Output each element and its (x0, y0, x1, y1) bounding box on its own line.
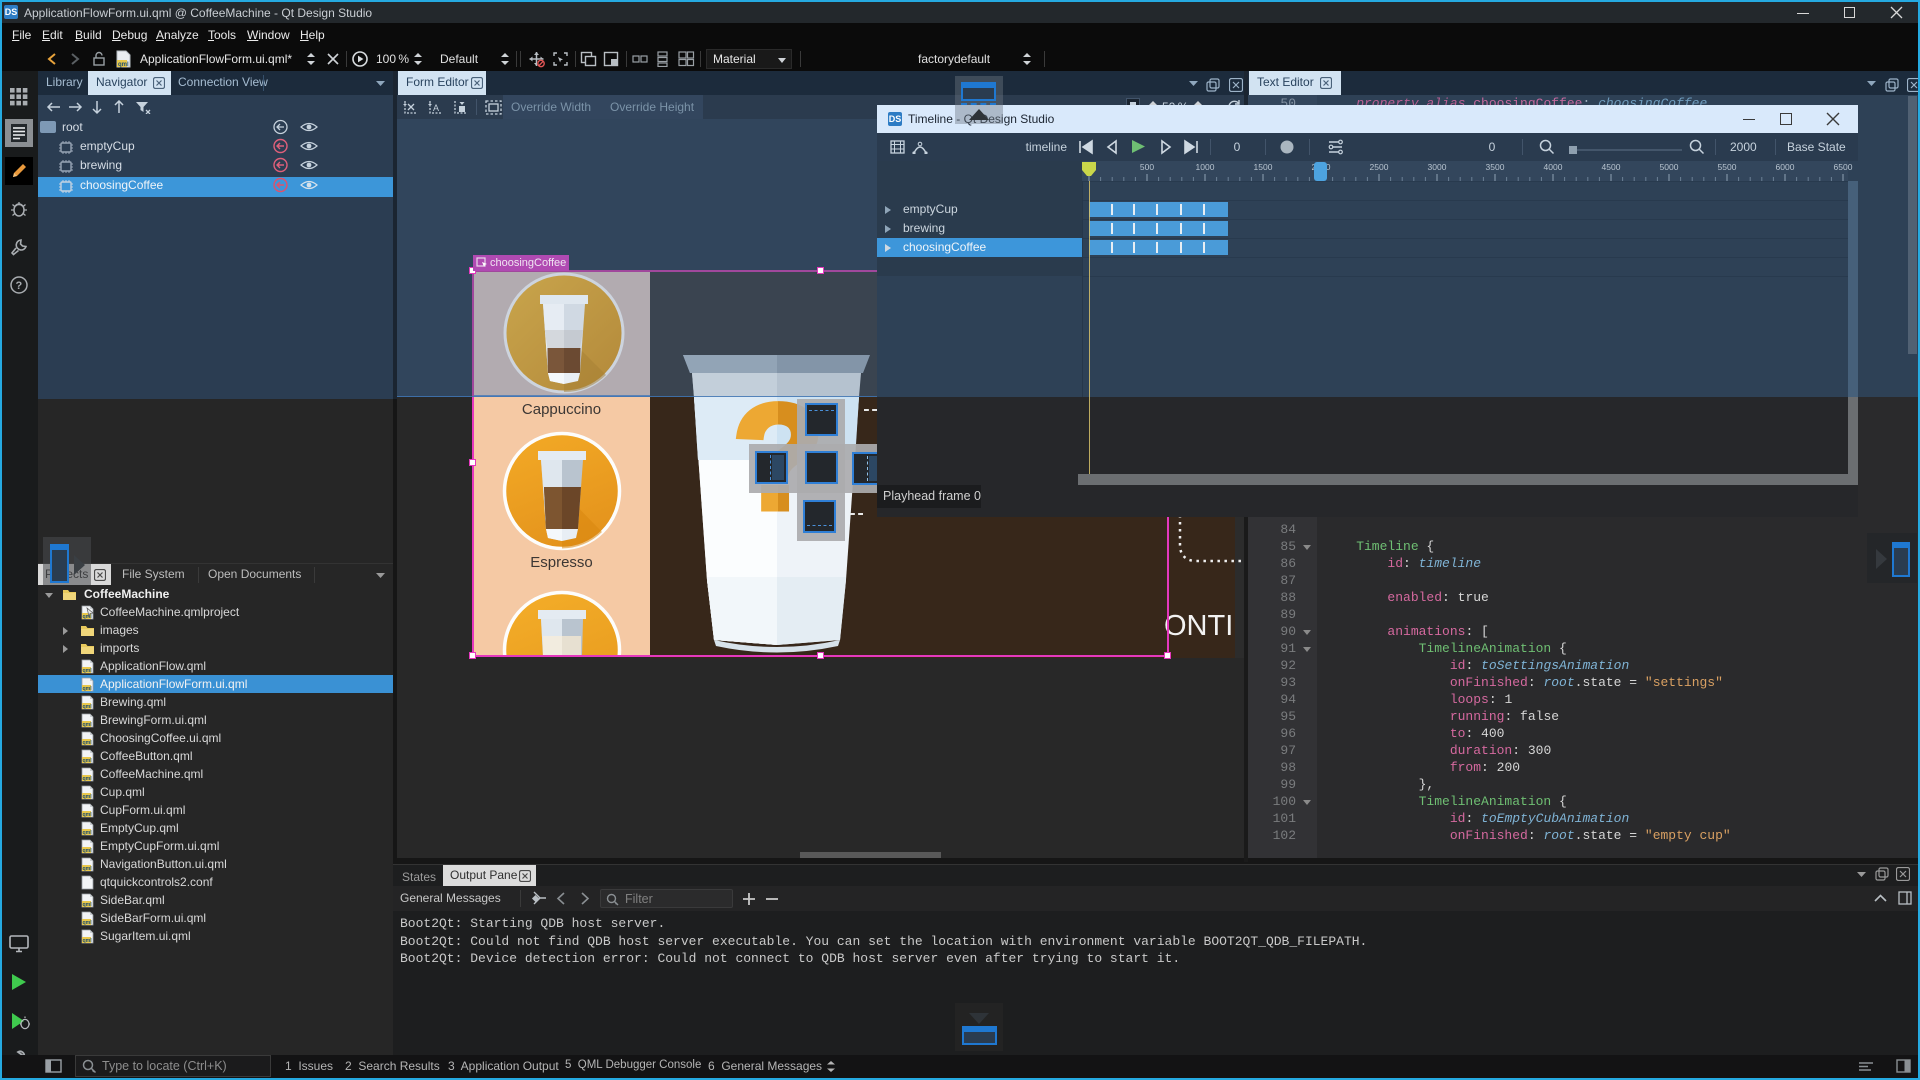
svg-text:qml: qml (83, 866, 93, 872)
svg-text:qml: qml (83, 668, 93, 674)
svg-text:1000: 1000 (1196, 162, 1215, 172)
svg-text:2500: 2500 (1370, 162, 1389, 172)
svg-text:4000: 4000 (1544, 162, 1563, 172)
svg-text:3000: 3000 (1428, 162, 1447, 172)
svg-text:qml: qml (118, 62, 129, 68)
svg-text:qml: qml (83, 902, 93, 908)
svg-text:qml: qml (83, 740, 93, 746)
svg-text:qml: qml (83, 704, 93, 710)
svg-text:qml: qml (83, 830, 93, 836)
svg-text:1500: 1500 (1254, 162, 1273, 172)
svg-text:5000: 5000 (1660, 162, 1679, 172)
svg-text:6000: 6000 (1776, 162, 1795, 172)
svg-text:6500: 6500 (1834, 162, 1853, 172)
svg-text:A: A (433, 103, 439, 113)
svg-text:qml: qml (83, 794, 93, 800)
svg-text:500: 500 (1140, 162, 1154, 172)
svg-text:3500: 3500 (1486, 162, 1505, 172)
svg-text:qml: qml (83, 686, 93, 692)
svg-text:4500: 4500 (1602, 162, 1621, 172)
svg-text:qml: qml (83, 812, 93, 818)
svg-text:qml: qml (83, 938, 93, 944)
svg-text:qml: qml (83, 776, 93, 782)
svg-text:?: ? (16, 280, 23, 292)
svg-text:qml: qml (83, 920, 93, 926)
svg-text:qml: qml (83, 848, 93, 854)
svg-text:qml: qml (83, 722, 93, 728)
svg-text:5500: 5500 (1718, 162, 1737, 172)
svg-text:qml: qml (83, 758, 93, 764)
